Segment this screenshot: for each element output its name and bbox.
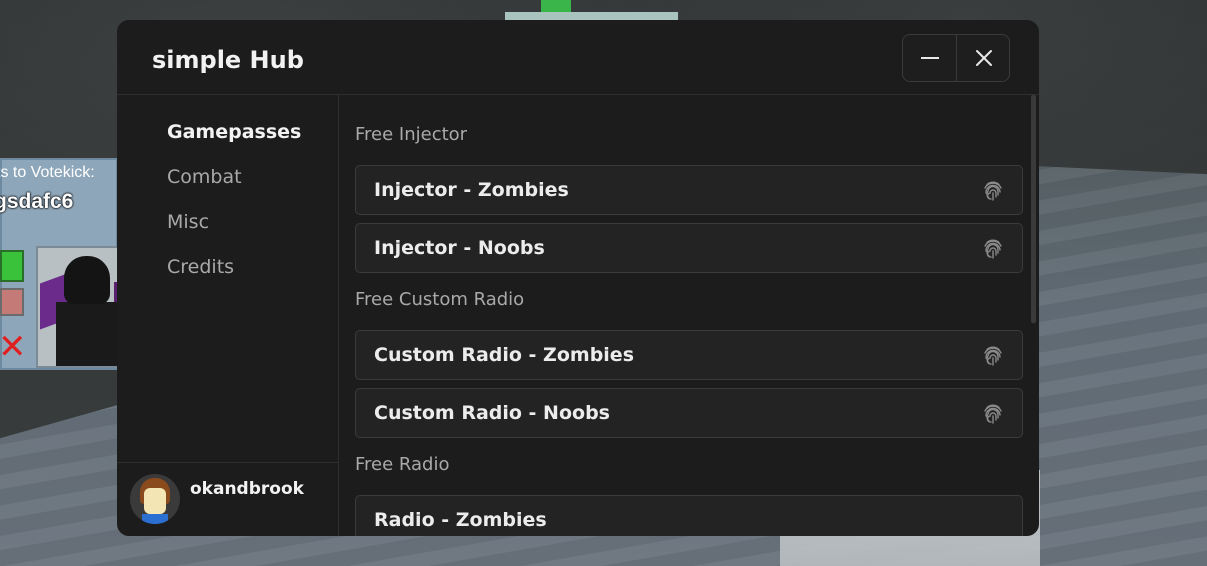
section-title-free-radio: Free Radio <box>355 454 450 475</box>
window-title: simple Hub <box>152 46 304 74</box>
sidebar: Gamepasses Combat Misc Credits okandbroo… <box>117 95 339 536</box>
fingerprint-icon <box>984 239 1002 259</box>
minus-icon <box>920 57 939 59</box>
custom-radio-noobs-button[interactable]: Custom Radio - Noobs <box>355 388 1023 438</box>
vote-yes-button[interactable] <box>0 250 24 282</box>
fingerprint-icon <box>984 346 1002 366</box>
main-content: Free Injector Injector - Zombies Injecto… <box>339 95 1039 536</box>
radio-zombies-button[interactable]: Radio - Zombies <box>355 495 1023 536</box>
button-label: Injector - Zombies <box>374 179 569 201</box>
window-header: simple Hub <box>117 20 1039 95</box>
user-profile: okandbrook <box>117 462 339 536</box>
custom-radio-zombies-button[interactable]: Custom Radio - Zombies <box>355 330 1023 380</box>
avatar <box>130 474 180 524</box>
sidebar-item-misc[interactable]: Misc <box>167 211 209 233</box>
close-button[interactable] <box>957 35 1010 81</box>
sidebar-item-gamepasses[interactable]: Gamepasses <box>167 121 301 143</box>
vote-cancel-icon[interactable]: ✕ <box>0 330 27 364</box>
fingerprint-icon <box>984 404 1002 424</box>
section-title-free-custom-radio: Free Custom Radio <box>355 289 525 310</box>
username: okandbrook <box>190 479 304 499</box>
background-sign-marker <box>541 0 571 12</box>
button-label: Custom Radio - Zombies <box>374 344 634 366</box>
votekick-panel: ts to Votekick: gsdafc6 ✕ <box>0 158 120 370</box>
fingerprint-icon <box>984 181 1002 201</box>
button-label: Radio - Zombies <box>374 509 547 531</box>
hub-window: simple Hub Gamepasses Combat Misc Credit… <box>117 20 1039 536</box>
vote-no-button[interactable] <box>0 288 24 316</box>
button-label: Injector - Noobs <box>374 237 545 259</box>
sidebar-item-credits[interactable]: Credits <box>167 256 234 278</box>
scrollbar[interactable] <box>1031 95 1036 323</box>
section-title-free-injector: Free Injector <box>355 124 468 145</box>
sidebar-item-combat[interactable]: Combat <box>167 166 242 188</box>
minimize-button[interactable] <box>903 35 957 81</box>
injector-noobs-button[interactable]: Injector - Noobs <box>355 223 1023 273</box>
votekick-avatar <box>36 246 120 368</box>
votekick-label: ts to Votekick: <box>0 164 95 181</box>
close-icon <box>975 50 992 66</box>
votekick-player-name: gsdafc6 <box>0 190 74 213</box>
button-label: Custom Radio - Noobs <box>374 402 610 424</box>
injector-zombies-button[interactable]: Injector - Zombies <box>355 165 1023 215</box>
window-controls <box>902 34 1010 82</box>
